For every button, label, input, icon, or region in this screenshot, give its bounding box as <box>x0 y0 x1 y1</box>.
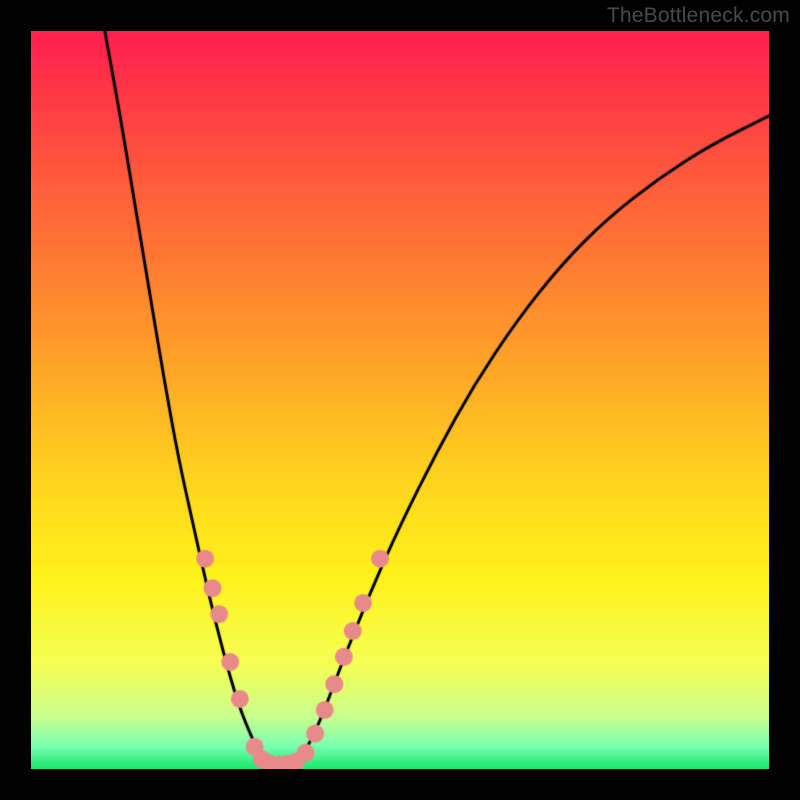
watermark-text: TheBottleneck.com <box>607 4 790 28</box>
curve-canvas <box>31 31 769 769</box>
outer-frame: TheBottleneck.com <box>0 0 800 800</box>
plot-area <box>31 31 769 769</box>
